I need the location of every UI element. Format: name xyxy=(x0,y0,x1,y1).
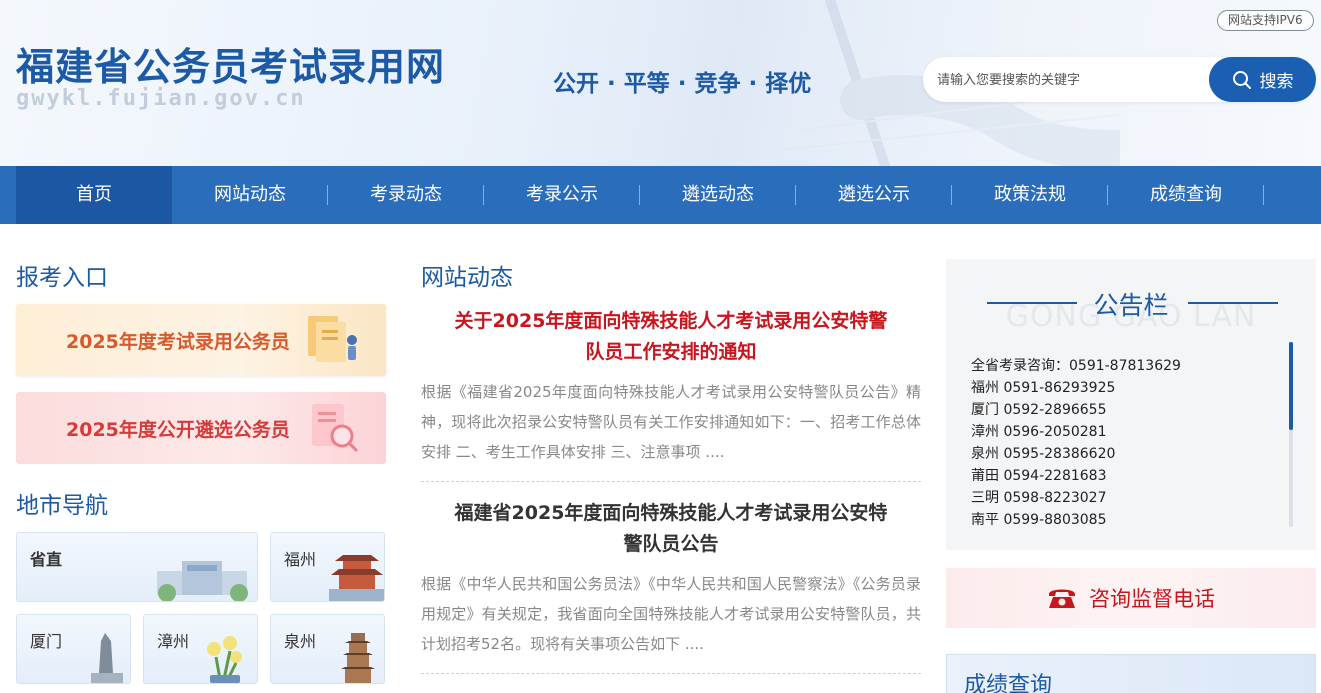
entry-card-selection[interactable]: 2025年度公开遴选公务员 xyxy=(16,392,386,464)
search-icon xyxy=(1232,70,1251,89)
nav-item-exam-publicity[interactable]: 考录公示 xyxy=(484,166,640,224)
government-building-icon xyxy=(157,561,248,601)
phone-item: 南平 0599-8803085 xyxy=(971,512,1107,528)
entry-section-title: 报考入口 xyxy=(16,265,108,291)
phone-item: 福州 0591-86293925 xyxy=(971,380,1116,396)
hotline-label: 咨询监督电话 xyxy=(1089,587,1215,611)
entry-card-recruitment[interactable]: 2025年度考试录用公务员 xyxy=(16,304,386,376)
city-name: 厦门 xyxy=(30,632,63,651)
entry-card-label: 2025年度公开遴选公务员 xyxy=(66,419,290,441)
narcissus-flower-icon xyxy=(207,636,242,683)
score-query-title: 成绩查询 xyxy=(964,673,1053,693)
city-link-fuzhou[interactable]: 福州 xyxy=(270,532,385,602)
news-summary: 根据《中华人民共和国公务员法》《中华人民共和国人民警察法》《公务员录用规定》有关… xyxy=(421,575,921,653)
city-link-quanzhou[interactable]: 泉州 xyxy=(270,614,385,684)
site-title: 福建省公务员考试录用网 xyxy=(16,45,446,89)
nav-item-site-news[interactable]: 网站动态 xyxy=(172,166,328,224)
phone-item: 泉州 0595-28386620 xyxy=(971,446,1116,462)
news-item: 福建省2025年度面向特殊技能人才考试录用公安特警队员公告 根据《中华人民共和国… xyxy=(421,498,921,659)
entry-card-label: 2025年度考试录用公务员 xyxy=(66,331,290,353)
notice-scrollbar-thumb[interactable] xyxy=(1289,342,1293,430)
city-name: 福州 xyxy=(284,550,317,569)
news-item: 关于2025年度面向特殊技能人才考试录用公安特警队员工作安排的通知 根据《福建省… xyxy=(421,306,921,467)
site-domain: gwykl.fujian.gov.cn xyxy=(16,86,306,111)
ipv6-badge[interactable]: 网站支持IPV6 xyxy=(1217,10,1314,31)
magnifier-document-icon xyxy=(312,404,358,452)
search-button[interactable]: 搜索 xyxy=(1209,57,1316,102)
nav-separator xyxy=(1263,185,1264,205)
news-summary: 根据《福建省2025年度面向特殊技能人才考试录用公安特警队员公告》精神，现将此次… xyxy=(421,383,921,461)
city-name: 省直 xyxy=(30,550,63,569)
main-nav: 首页 网站动态 考录动态 考录公示 遴选动态 遴选公示 政策法规 成绩查询 xyxy=(0,166,1321,224)
city-nav-title: 地市导航 xyxy=(16,493,108,519)
city-name: 漳州 xyxy=(157,632,190,651)
score-query-panel[interactable]: 成绩查询 xyxy=(946,654,1316,693)
site-slogan: 公开 · 平等 · 竞争 · 择优 xyxy=(553,71,812,97)
phone-item: 莆田 0594-2281683 xyxy=(971,468,1107,484)
notice-board: GONG GAO LAN 公告栏 全省考录咨询：0591-87813629 福州… xyxy=(946,259,1316,550)
nav-item-exam-news[interactable]: 考录动态 xyxy=(328,166,484,224)
news-title[interactable]: 福建省2025年度面向特殊技能人才考试录用公安特警队员公告 xyxy=(421,498,921,560)
search-input[interactable] xyxy=(937,68,1197,92)
city-name: 泉州 xyxy=(284,632,317,651)
notice-board-title: 公告栏 xyxy=(1093,291,1169,320)
nav-item-selection-news[interactable]: 遴选动态 xyxy=(640,166,796,224)
city-link-provincial[interactable]: 省直 xyxy=(16,532,258,602)
nav-item-score-query[interactable]: 成绩查询 xyxy=(1108,166,1264,224)
stone-pagoda-icon xyxy=(341,633,375,683)
search-box: 搜索 xyxy=(923,57,1316,102)
site-header: 福建省公务员考试录用网 gwykl.fujian.gov.cn 公开 · 平等 … xyxy=(0,0,1321,166)
pagoda-icon xyxy=(329,555,384,601)
telephone-icon xyxy=(1049,589,1075,608)
search-button-label: 搜索 xyxy=(1259,72,1294,91)
city-link-xiamen[interactable]: 厦门 xyxy=(16,614,131,684)
news-section-title: 网站动态 xyxy=(421,265,513,291)
news-title[interactable]: 关于2025年度面向特殊技能人才考试录用公安特警队员工作安排的通知 xyxy=(421,306,921,368)
phone-item: 全省考录咨询：0591-87813629 xyxy=(971,358,1181,374)
documents-icon xyxy=(308,316,357,362)
news-divider xyxy=(421,481,921,482)
phone-item: 三明 0598-8223027 xyxy=(971,490,1107,506)
phone-list: 全省考录咨询：0591-87813629 福州 0591-86293925 厦门… xyxy=(971,355,1281,531)
city-link-zhangzhou[interactable]: 漳州 xyxy=(143,614,258,684)
nav-item-selection-publicity[interactable]: 遴选公示 xyxy=(796,166,952,224)
news-divider xyxy=(421,673,921,674)
statue-icon xyxy=(91,633,123,683)
hotline-banner[interactable]: 咨询监督电话 xyxy=(946,568,1316,628)
nav-item-policy[interactable]: 政策法规 xyxy=(952,166,1108,224)
phone-item: 厦门 0592-2896655 xyxy=(971,402,1107,418)
phone-item: 漳州 0596-2050281 xyxy=(971,424,1107,440)
nav-item-home[interactable]: 首页 xyxy=(16,166,172,224)
